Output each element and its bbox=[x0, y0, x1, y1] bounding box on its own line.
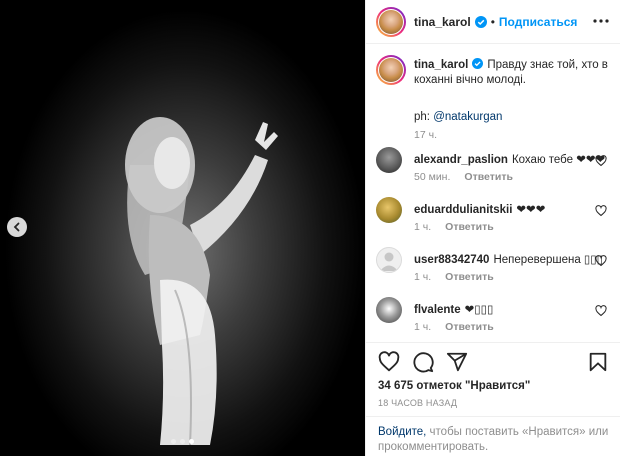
post-media[interactable] bbox=[0, 0, 365, 456]
heart-icon[interactable] bbox=[595, 305, 607, 317]
commenter-username[interactable]: flvalente bbox=[414, 304, 461, 316]
caption-author[interactable]: tina_karol bbox=[414, 59, 468, 71]
likes-count[interactable]: 34 675 отметок "Нравится" bbox=[378, 380, 530, 392]
commenter-avatar[interactable] bbox=[376, 297, 402, 323]
login-link[interactable]: Войдите, bbox=[378, 426, 426, 438]
photographer-credit: ph: @natakurgan bbox=[414, 111, 502, 123]
comment-item: flvalente ❤▯▯▯ 1 ч. Ответить bbox=[376, 297, 611, 341]
photographer-prefix: ph: bbox=[414, 111, 434, 123]
author-avatar[interactable] bbox=[376, 6, 406, 37]
comment-icon[interactable] bbox=[412, 351, 434, 373]
carousel-dots bbox=[0, 439, 365, 444]
reply-button[interactable]: Ответить bbox=[464, 171, 513, 183]
comment-meta: 1 ч. Ответить bbox=[414, 271, 508, 283]
caption-text: tina_karol Правду знає той, хто в коханні… bbox=[414, 58, 610, 88]
heart-icon[interactable] bbox=[595, 205, 607, 217]
post-time-ago: 18 ЧАСОВ НАЗАД bbox=[378, 398, 458, 408]
comment-meta: 1 ч. Ответить bbox=[414, 321, 508, 333]
commenter-avatar[interactable] bbox=[376, 147, 402, 173]
heart-icon[interactable] bbox=[378, 351, 400, 373]
reply-button[interactable]: Ответить bbox=[445, 221, 494, 233]
comment-time: 1 ч. bbox=[414, 321, 432, 333]
caption-author-avatar[interactable] bbox=[376, 55, 406, 85]
post-header: tina_karol • Подписаться bbox=[366, 0, 620, 44]
commenter-avatar[interactable] bbox=[376, 247, 402, 273]
more-options-icon[interactable] bbox=[591, 14, 611, 28]
comment-item: user88342740 Неперевершена ▯▯▯ 1 ч. Ответи… bbox=[376, 247, 611, 291]
commenter-avatar[interactable] bbox=[376, 197, 402, 223]
heart-icon[interactable] bbox=[595, 155, 607, 167]
woman-photo-figure bbox=[125, 117, 278, 445]
author-username[interactable]: tina_karol bbox=[414, 15, 471, 29]
comments-list[interactable]: tina_karol Правду знає той, хто в коханні… bbox=[366, 45, 620, 342]
comment-item: alexandr_paslion Кохаю тебе ❤❤❤ 50 мин. От… bbox=[376, 147, 611, 191]
commenter-username[interactable]: user88342740 bbox=[414, 254, 489, 266]
login-prompt: Войдите, чтобы поставить «Нравится» или … bbox=[366, 416, 620, 456]
default-avatar-icon bbox=[380, 252, 398, 271]
carousel-dot bbox=[180, 439, 185, 444]
comment-meta: 50 мин. Ответить bbox=[414, 171, 527, 183]
post-actions bbox=[366, 342, 620, 380]
carousel-dot bbox=[171, 439, 176, 444]
comment-text: alexandr_paslion Кохаю тебе ❤❤❤ bbox=[414, 152, 605, 166]
post-side-panel: tina_karol • Подписаться tina_karol Правд… bbox=[365, 0, 620, 456]
instagram-post: tina_karol • Подписаться tina_karol Правд… bbox=[0, 0, 620, 456]
chevron-left-icon bbox=[13, 222, 20, 232]
comment-time: 50 мин. bbox=[414, 171, 451, 183]
photographer-mention[interactable]: @natakurgan bbox=[433, 111, 502, 123]
reply-button[interactable]: Ответить bbox=[445, 271, 494, 283]
carousel-dot-active bbox=[189, 439, 194, 444]
bookmark-icon[interactable] bbox=[587, 351, 609, 373]
verified-badge-icon bbox=[472, 58, 484, 69]
comment-meta: 1 ч. Ответить bbox=[414, 221, 508, 233]
caption-time: 17 ч. bbox=[414, 129, 437, 141]
previous-image-button[interactable] bbox=[7, 217, 27, 237]
comment-time: 1 ч. bbox=[414, 271, 432, 283]
follow-button[interactable]: Подписаться bbox=[499, 15, 577, 29]
comment-text: flvalente ❤▯▯▯ bbox=[414, 302, 493, 316]
comment-text: user88342740 Неперевершена ▯▯▯ bbox=[414, 252, 603, 266]
commenter-username[interactable]: eduarddulianitskii bbox=[414, 204, 512, 216]
heart-icon[interactable] bbox=[595, 255, 607, 267]
comment-text: eduarddulianitskii ❤❤❤ bbox=[414, 202, 545, 216]
comment-body: ❤❤❤ bbox=[516, 204, 546, 216]
comment-time: 1 ч. bbox=[414, 221, 432, 233]
comment-body: Кохаю тебе ❤❤❤ bbox=[511, 154, 606, 166]
share-icon[interactable] bbox=[446, 351, 468, 373]
separator-dot: • bbox=[490, 14, 495, 29]
comment-body: ❤▯▯▯ bbox=[464, 304, 494, 316]
verified-badge-icon bbox=[474, 15, 487, 28]
comment-body: Неперевершена ▯▯▯ bbox=[493, 254, 603, 266]
comment-item: eduarddulianitskii ❤❤❤ 1 ч. Ответить bbox=[376, 197, 611, 241]
commenter-username[interactable]: alexandr_paslion bbox=[414, 154, 508, 166]
reply-button[interactable]: Ответить bbox=[445, 321, 494, 333]
